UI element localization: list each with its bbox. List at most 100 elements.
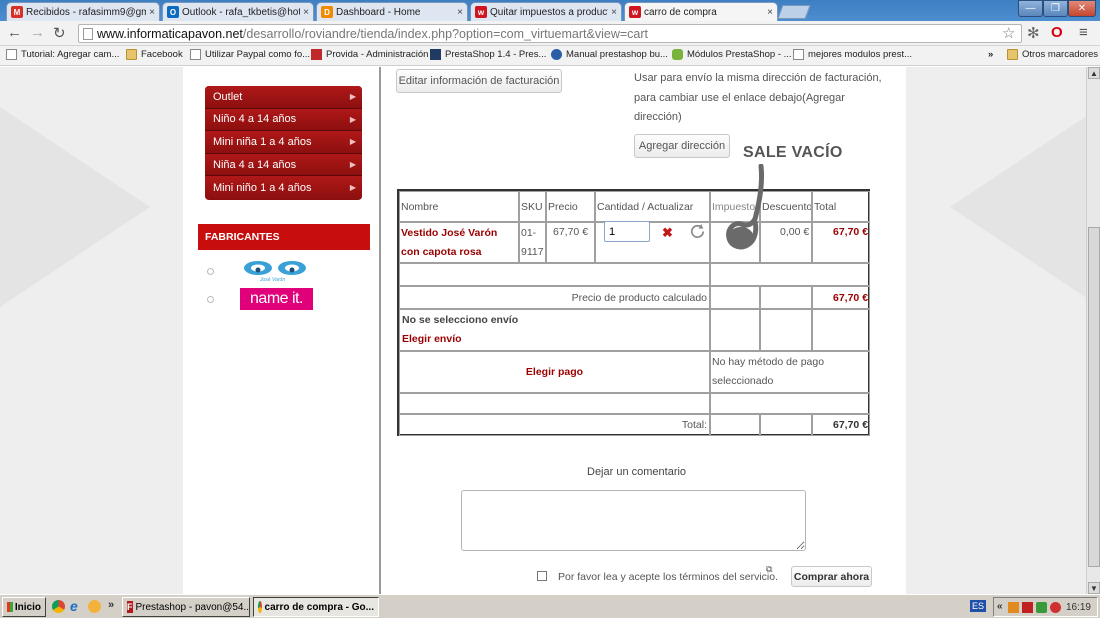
- empty-cell: [710, 263, 870, 286]
- page-icon: [190, 49, 201, 60]
- comment-textarea[interactable]: [461, 490, 806, 551]
- bookmark-item[interactable]: Módulos PrestaShop - ...: [672, 49, 792, 60]
- messenger-icon[interactable]: [88, 600, 101, 613]
- bookmark-item[interactable]: Utilizar Paypal como fo...: [190, 49, 310, 60]
- taskbar-item-prestashop[interactable]: F Prestashop - pavon@54....: [122, 597, 250, 617]
- quick-launch-more[interactable]: »: [108, 599, 114, 611]
- empty-cell: [812, 309, 870, 351]
- menu-item-outlet[interactable]: Outlet ▶: [205, 86, 362, 109]
- menu-icon[interactable]: ≡: [1079, 24, 1088, 41]
- menu-item-label: Mini niño 1 a 4 años: [213, 181, 312, 194]
- menu-item-nino[interactable]: Niño 4 a 14 años ▶: [205, 108, 362, 132]
- bookmark-item[interactable]: Facebook: [126, 49, 183, 60]
- taskbar-item-chrome[interactable]: carro de compra - Go...: [253, 597, 379, 617]
- start-button[interactable]: Inicio: [2, 597, 46, 617]
- item-total: 67,70 €: [812, 222, 870, 263]
- opera-icon[interactable]: O: [1051, 24, 1063, 41]
- vertical-scrollbar[interactable]: ▲ ▼: [1086, 67, 1100, 594]
- update-quantity-icon[interactable]: [688, 222, 707, 241]
- jose-varon-caption: José Varón: [260, 277, 286, 283]
- name-it-logo[interactable]: name it.: [240, 288, 313, 310]
- tab-outlook[interactable]: O Outlook - rafa_tkbetis@hotm ×: [162, 2, 314, 21]
- close-tab-icon[interactable]: ×: [767, 7, 773, 18]
- scroll-up-icon[interactable]: ▲: [1088, 67, 1100, 79]
- external-link-icon[interactable]: ⧉: [766, 564, 772, 575]
- bookmark-item[interactable]: mejores modulos prest...: [793, 49, 912, 60]
- header-nombre: Nombre: [399, 191, 519, 222]
- bookmark-label: Otros marcadores: [1022, 49, 1099, 60]
- bookmarks-more[interactable]: »: [988, 49, 993, 60]
- terms-checkbox[interactable]: [537, 571, 547, 581]
- arrow-right-icon: ▶: [349, 160, 356, 170]
- choose-payment-link[interactable]: Elegir pago: [526, 366, 583, 378]
- extension-icon[interactable]: ✻: [1027, 24, 1040, 42]
- scrollbar-thumb[interactable]: [1088, 227, 1100, 567]
- close-tab-icon[interactable]: ×: [611, 7, 617, 18]
- back-icon[interactable]: ←: [7, 24, 22, 41]
- ie-icon[interactable]: e: [70, 598, 78, 614]
- address-bar[interactable]: www.informaticapavon.net/desarrollo/rovi…: [78, 24, 1022, 43]
- bookmark-folder-other[interactable]: Otros marcadores: [1007, 49, 1098, 60]
- tab-label: Quitar impuestos a producto: [490, 6, 609, 18]
- filezilla-icon: F: [127, 601, 133, 613]
- bookmark-label: Módulos PrestaShop - ...: [687, 49, 792, 60]
- reload-icon[interactable]: ↻: [53, 24, 66, 42]
- restore-button[interactable]: ❐: [1043, 0, 1068, 17]
- payment-cell: Elegir pago: [399, 351, 710, 393]
- new-tab-button[interactable]: [777, 5, 811, 19]
- annotation-text: SALE VACÍO: [743, 144, 843, 161]
- bookmark-item[interactable]: Provida - Administración: [311, 49, 428, 60]
- terms-text[interactable]: Por favor lea y acepte los términos del …: [558, 571, 778, 583]
- clock: 16:19: [1065, 601, 1091, 613]
- empty-cell: [710, 414, 760, 436]
- menu-item-nina[interactable]: Niña 4 a 14 años ▶: [205, 153, 362, 177]
- choose-shipping-link[interactable]: Elegir envío: [402, 330, 707, 349]
- minimize-button[interactable]: —: [1018, 0, 1043, 17]
- item-name[interactable]: Vestido José Varón con capota rosa: [399, 222, 519, 263]
- bookmark-item[interactable]: PrestaShop 1.4 - Pres...: [430, 49, 546, 60]
- bookmark-item[interactable]: Manual prestashop bu...: [551, 49, 668, 60]
- grand-total: 67,70 €: [812, 414, 870, 436]
- bookmark-item[interactable]: Tutorial: Agregar cam...: [6, 49, 119, 60]
- tray-icon[interactable]: [1036, 602, 1047, 613]
- manufacturers-heading: FABRICANTES: [198, 224, 370, 250]
- quantity-input[interactable]: [604, 221, 650, 242]
- chrome-icon[interactable]: [52, 600, 65, 613]
- language-indicator[interactable]: ES: [970, 600, 987, 612]
- tab-label: carro de compra: [644, 6, 717, 18]
- bookmark-label: Utilizar Paypal como fo...: [205, 49, 311, 60]
- tab-quitar-impuestos[interactable]: w Quitar impuestos a producto ×: [470, 2, 622, 21]
- close-tab-icon[interactable]: ×: [149, 7, 155, 18]
- forward-icon[interactable]: →: [30, 24, 45, 41]
- tab-gmail[interactable]: M Recibidos - rafasimm9@gmail. ×: [6, 2, 160, 21]
- buy-now-button[interactable]: Comprar ahora: [791, 566, 872, 587]
- arrow-right-icon: ▶: [349, 137, 356, 147]
- url-path: /desarrollo/roviandre/tienda/index.php?o…: [242, 26, 648, 41]
- close-window-button[interactable]: ✕: [1068, 0, 1096, 17]
- tab-carro-de-compra[interactable]: w carro de compra ×: [624, 2, 778, 21]
- security-shield-icon[interactable]: [1050, 602, 1061, 613]
- empty-cell: [399, 393, 710, 414]
- tray-icon[interactable]: [1022, 602, 1033, 613]
- tab-dashboard[interactable]: D Dashboard - Home ×: [316, 2, 468, 21]
- menu-item-mini-nino[interactable]: Mini niño 1 a 4 años ▶: [205, 176, 362, 199]
- header-sku: SKU: [519, 191, 546, 222]
- product-price-label: Precio de producto calculado: [399, 286, 710, 309]
- scroll-down-icon[interactable]: ▼: [1088, 582, 1100, 594]
- url-domain: www.informaticapavon.net: [97, 26, 243, 41]
- menu-item-mini-nina[interactable]: Mini niña 1 a 4 años ▶: [205, 131, 362, 154]
- delete-item-icon[interactable]: ✖: [662, 225, 673, 241]
- star-icon[interactable]: ☆: [1002, 24, 1015, 42]
- site-icon: w: [629, 6, 641, 18]
- edit-billing-button[interactable]: Editar información de facturación: [396, 69, 562, 93]
- navigation-bar: ← → ↻ www.informaticapavon.net/desarroll…: [0, 21, 1100, 46]
- tray-expand[interactable]: «: [997, 601, 1003, 612]
- tray-icon[interactable]: [1008, 602, 1019, 613]
- empty-cell: [760, 286, 812, 309]
- close-tab-icon[interactable]: ×: [457, 7, 463, 18]
- arrow-right-icon: ▶: [349, 114, 356, 124]
- product-price-total: 67,70 €: [812, 286, 870, 309]
- empty-cell: [710, 286, 760, 309]
- add-address-button[interactable]: Agregar dirección: [634, 134, 730, 158]
- close-tab-icon[interactable]: ×: [303, 7, 309, 18]
